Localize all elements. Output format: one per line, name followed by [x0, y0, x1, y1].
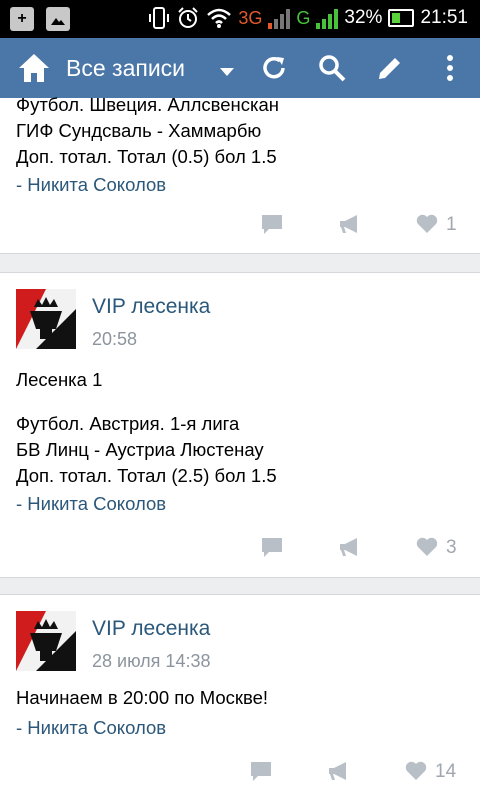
- post-text-line: Доп. тотал. Тотал (0.5) бол 1.5: [16, 146, 277, 167]
- share-icon[interactable]: [327, 759, 351, 783]
- post-text-line: Начинаем в 20:00 по Москве!: [16, 687, 269, 708]
- post-author-link[interactable]: - Никита Соколов: [16, 493, 166, 515]
- post-text-line: Лесенка 1: [16, 369, 103, 390]
- post-card: VIP лесенка 20:58 Лесенка 1 Футбол. Авст…: [0, 272, 480, 578]
- wifi-icon: [207, 8, 232, 28]
- post-text-line: Футбол. Австрия. 1-я лига: [16, 413, 240, 434]
- post-card: Футбол. Швеция. Аллсвенскан ГИФ Сундсвал…: [0, 94, 480, 254]
- alarm-icon: [178, 7, 199, 28]
- like-icon[interactable]: [415, 535, 439, 559]
- group-avatar[interactable]: [16, 289, 76, 349]
- share-icon[interactable]: [338, 212, 362, 236]
- more-icon[interactable]: [432, 50, 468, 86]
- like-count: 1: [446, 214, 457, 235]
- post-time: 28 июля 14:38: [92, 651, 211, 671]
- battery-percent: 32%: [344, 7, 383, 28]
- clock: 21:51: [420, 7, 468, 28]
- comment-icon[interactable]: [260, 535, 284, 559]
- like-count: 14: [435, 761, 457, 782]
- network-3g-label: 3G: [238, 7, 263, 28]
- signal-3g-icon: [268, 7, 291, 29]
- notification-add-icon: +: [10, 7, 34, 31]
- chevron-down-icon[interactable]: [220, 68, 234, 76]
- share-icon[interactable]: [338, 535, 362, 559]
- edit-icon[interactable]: [372, 50, 408, 86]
- like-icon[interactable]: [415, 212, 439, 236]
- network-g-label: G: [296, 7, 311, 28]
- battery-icon: [388, 9, 415, 27]
- post-card: VIP лесенка 28 июля 14:38 Начинаем в 20:…: [0, 594, 480, 800]
- comment-icon[interactable]: [249, 759, 273, 783]
- like-icon[interactable]: [404, 759, 428, 783]
- post-text-line: Футбол. Швеция. Аллсвенскан: [16, 94, 279, 115]
- app-bar: Все записи: [0, 38, 480, 98]
- refresh-icon[interactable]: [256, 50, 292, 86]
- vibrate-icon: [149, 7, 170, 29]
- group-avatar[interactable]: [16, 611, 76, 671]
- post-author-link[interactable]: - Никита Соколов: [16, 717, 166, 739]
- post-time: 20:58: [92, 329, 138, 349]
- post-text-line: ГИФ Сундсваль - Хаммарбю: [16, 120, 262, 141]
- like-count: 3: [446, 537, 457, 558]
- group-name-link[interactable]: VIP лесенка: [92, 295, 210, 319]
- search-icon[interactable]: [314, 50, 350, 86]
- post-author-link[interactable]: - Никита Соколов: [16, 174, 166, 196]
- signal-g-icon: [316, 7, 339, 29]
- post-text-line: БВ Линц - Аустриа Люстенау: [16, 439, 264, 460]
- post-text-line: Доп. тотал. Тотал (2.5) бол 1.5: [16, 465, 277, 486]
- home-icon[interactable]: [16, 50, 52, 86]
- notification-image-icon: [46, 7, 70, 31]
- feed-title[interactable]: Все записи: [66, 55, 185, 82]
- group-name-link[interactable]: VIP лесенка: [92, 617, 210, 641]
- status-bar: + 3G G 32% 21:51: [0, 0, 480, 38]
- comment-icon[interactable]: [260, 212, 284, 236]
